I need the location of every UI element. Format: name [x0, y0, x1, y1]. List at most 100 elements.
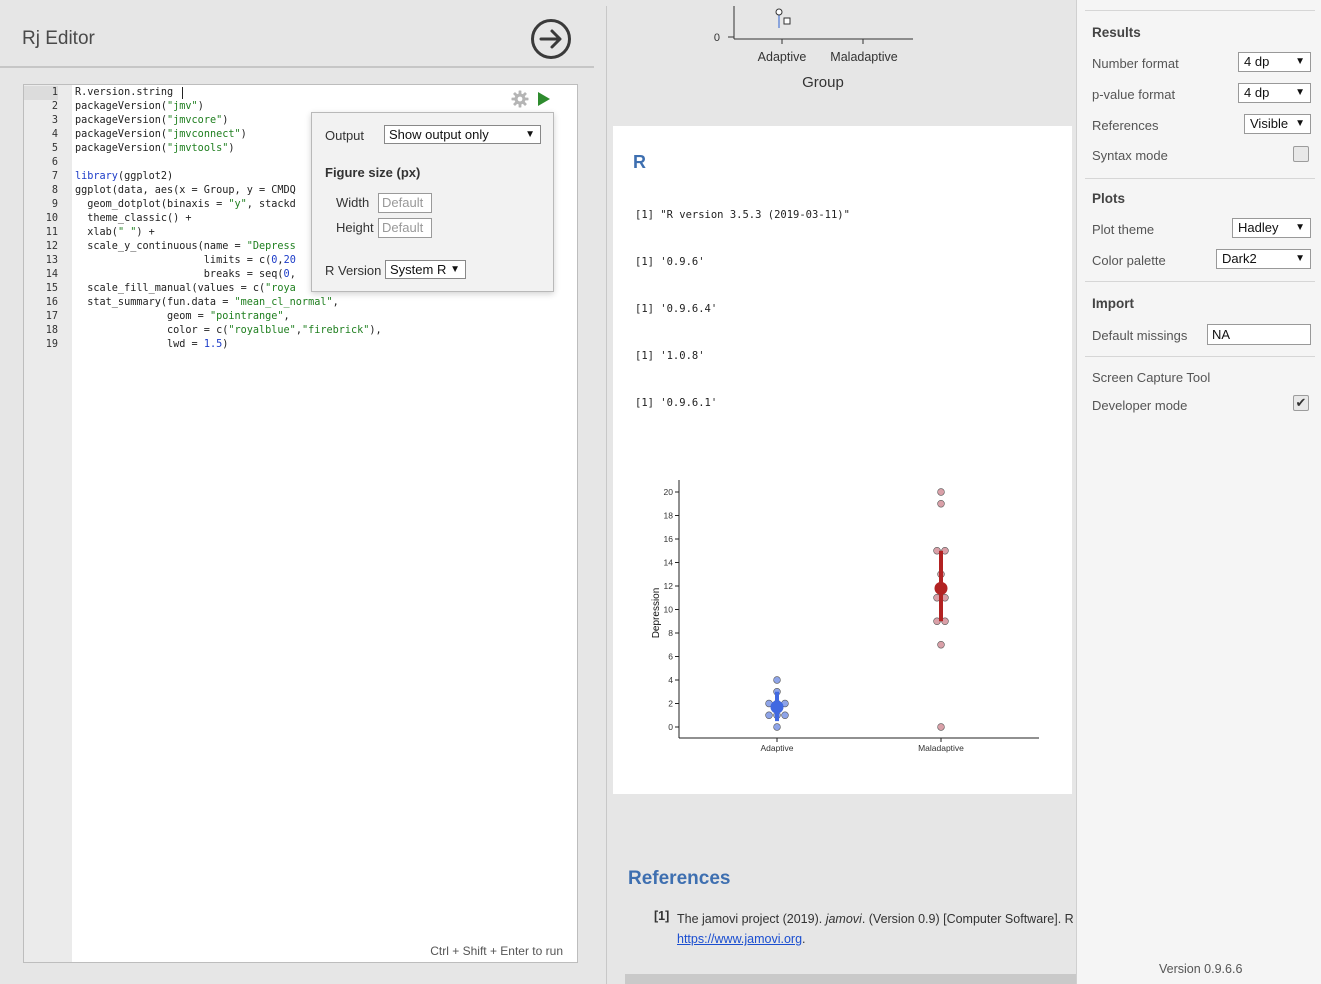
line-number: 16: [45, 297, 58, 308]
code-token: scale_y_continuous(name =: [75, 241, 247, 252]
code-token: 20: [283, 255, 296, 266]
code-token: "jmvtools": [167, 143, 229, 154]
line-number: 14: [45, 269, 58, 280]
arrow-right-circle-icon[interactable]: [530, 18, 572, 60]
number-format-select[interactable]: 4 dp ▼: [1238, 52, 1311, 72]
code-token: "roya: [265, 283, 296, 294]
r-version-select[interactable]: System R ▼: [385, 260, 466, 279]
code-token: ): [222, 115, 229, 126]
y-tick-label: 14: [664, 558, 674, 568]
code-line[interactable]: geom = "pointrange",: [75, 310, 290, 324]
x-axis-title: Group: [802, 74, 844, 91]
output-select[interactable]: Show output only ▼: [384, 125, 541, 144]
code-line[interactable]: theme_classic() +: [75, 212, 191, 226]
width-label: Width: [336, 195, 370, 210]
height-input[interactable]: Default: [378, 218, 432, 238]
code-line[interactable]: scale_y_continuous(name = "Depress: [75, 240, 296, 254]
syntax-mode-checkbox[interactable]: [1293, 146, 1309, 162]
developer-mode-checkbox[interactable]: ✔: [1293, 395, 1309, 411]
code-line[interactable]: geom_dotplot(binaxis = "y", stackd: [75, 198, 296, 212]
code-line[interactable]: lwd = 1.5): [75, 338, 228, 352]
reference-text-before: The jamovi project (2019).: [677, 912, 826, 926]
r-output-line: [1] '1.0.8': [635, 350, 705, 362]
references-label: References: [1092, 118, 1159, 133]
r-output-line: [1] '0.9.6.1': [635, 397, 718, 409]
mean-point: [934, 581, 948, 595]
code-line[interactable]: ggplot(data, aes(x = Group, y = CMDQ: [75, 184, 296, 198]
pvalue-format-value: 4 dp: [1244, 85, 1270, 100]
y-tick-label: 6: [668, 652, 673, 662]
code-line[interactable]: packageVersion("jmvtools"): [75, 142, 235, 156]
line-number: 4: [51, 129, 58, 140]
reference-text-after: . (Version 0.9) [Computer Software]. R: [861, 912, 1074, 926]
code-token: breaks = seq(: [75, 269, 284, 280]
results-panel[interactable]: 0 Adaptive Maladaptive Group R [1] "R ve…: [606, 6, 1076, 984]
chevron-down-icon: ▼: [1295, 56, 1305, 67]
code-line[interactable]: color = c("royalblue","firebrick"),: [75, 324, 382, 338]
references-select[interactable]: Visible ▼: [1244, 114, 1311, 134]
previous-plot-fragment: 0 Adaptive Maladaptive Group: [607, 6, 1076, 116]
reference-link[interactable]: https://www.jamovi.org: [677, 932, 802, 946]
code-token: "pointrange": [209, 311, 284, 322]
divider: [1085, 356, 1315, 357]
y-tick-label: 2: [668, 699, 673, 709]
color-palette-select[interactable]: Dark2 ▼: [1216, 249, 1311, 269]
code-line[interactable]: packageVersion("jmv"): [75, 100, 204, 114]
code-line[interactable]: xlab(" ") +: [75, 226, 154, 240]
line-number: 1: [24, 86, 58, 100]
r-output-block[interactable]: R [1] "R version 3.5.3 (2019-03-11)" [1]…: [613, 126, 1072, 794]
line-number: 10: [45, 213, 58, 224]
code-line[interactable]: R.version.string: [75, 86, 173, 100]
chevron-down-icon: ▼: [1295, 87, 1305, 98]
divider: [1085, 178, 1315, 179]
line-number: 8: [51, 185, 58, 196]
code-line[interactable]: breaks = seq(0,: [75, 268, 296, 282]
output-select-value: Show output only: [389, 127, 489, 142]
code-token: ),: [369, 325, 382, 336]
default-missings-input[interactable]: NA: [1207, 324, 1311, 345]
code-token: lwd =: [75, 339, 204, 350]
chevron-down-icon: ▼: [450, 264, 460, 275]
horizontal-scrollbar[interactable]: [625, 974, 1076, 984]
developer-mode-label: Developer mode: [1092, 398, 1188, 413]
line-number-gutter: 1 2 3 4 5 6 7 8 9 10 11 12 13 14 15 16 17 18 19: [24, 85, 72, 962]
code-token: ,: [283, 311, 290, 322]
data-dot: [773, 723, 781, 731]
code-token: ): [228, 143, 235, 154]
code-line[interactable]: packageVersion("jmvconnect"): [75, 128, 247, 142]
chevron-down-icon: ▼: [1295, 253, 1305, 264]
play-icon[interactable]: [537, 91, 551, 107]
plots-section-heading: Plots: [1092, 191, 1126, 206]
plot-theme-select[interactable]: Hadley ▼: [1232, 218, 1311, 238]
median-marker: [783, 17, 791, 25]
code-token: scale_fill_manual(values = c(: [75, 283, 266, 294]
checkmark-icon: ✔: [1295, 395, 1307, 410]
version-label: Version 0.9.6.6: [1159, 962, 1243, 976]
line-number: 15: [45, 283, 58, 294]
code-token: "royalblue": [228, 325, 296, 336]
data-dot: [781, 711, 789, 719]
code-token: ggplot(data, aes(x = Group, y = CMDQ: [75, 185, 296, 196]
line-number: 9: [51, 199, 58, 210]
screen-capture-tool-link[interactable]: Screen Capture Tool: [1092, 370, 1210, 385]
code-line[interactable]: limits = c(0,20: [75, 254, 296, 268]
chevron-down-icon: ▼: [1295, 222, 1305, 233]
width-input[interactable]: Default: [378, 193, 432, 213]
code-token: xlab(: [75, 227, 118, 238]
divider: [1085, 10, 1315, 11]
mean-marker: [775, 8, 783, 16]
code-token: R.version.string: [75, 87, 174, 98]
line-number: 2: [51, 101, 58, 112]
r-version-label: R Version: [325, 263, 382, 278]
code-line[interactable]: stat_summary(fun.data = "mean_cl_normal"…: [75, 296, 338, 310]
height-label: Height: [336, 220, 374, 235]
code-line[interactable]: scale_fill_manual(values = c("roya: [75, 282, 296, 296]
plot-theme-label: Plot theme: [1092, 222, 1155, 237]
divider: [1085, 281, 1315, 282]
code-line[interactable]: packageVersion("jmvcore"): [75, 114, 228, 128]
code-token: "firebrick": [301, 325, 370, 336]
code-token: color = c(: [75, 325, 229, 336]
code-line[interactable]: library(ggplot2): [75, 170, 173, 184]
pvalue-format-select[interactable]: 4 dp ▼: [1238, 83, 1311, 103]
gear-icon[interactable]: [511, 90, 529, 108]
